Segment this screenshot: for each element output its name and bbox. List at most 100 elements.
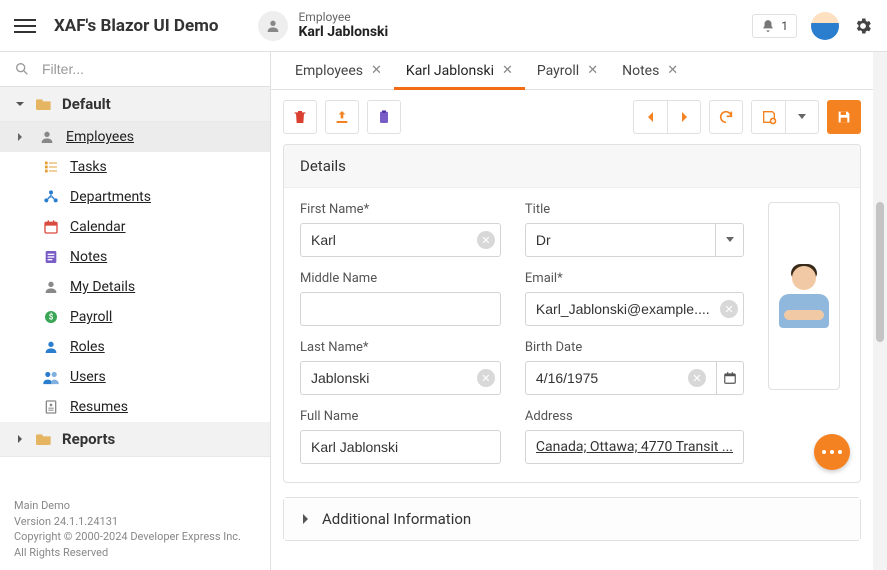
field-label: First Name* (300, 202, 501, 217)
person-icon (42, 278, 60, 296)
chevron-down-icon (14, 98, 26, 110)
nav-calendar[interactable]: Calendar (0, 212, 270, 242)
chevron-left-icon (646, 111, 656, 123)
clear-icon[interactable]: ✕ (477, 369, 495, 387)
full-name-input[interactable] (300, 430, 501, 464)
context-name: Karl Jablonski (298, 24, 388, 41)
chevron-right-icon (300, 513, 310, 525)
scrollbar[interactable] (873, 52, 887, 570)
last-name-input[interactable] (300, 361, 501, 395)
tab-strip: Employees ✕ Karl Jablonski ✕ Payroll ✕ N… (271, 52, 873, 90)
clear-icon[interactable]: ✕ (720, 300, 738, 318)
caret-down-icon (725, 236, 735, 244)
delete-button[interactable] (283, 100, 317, 134)
nav-tasks[interactable]: Tasks (0, 152, 270, 182)
notes-icon (42, 248, 60, 266)
refresh-button[interactable] (709, 100, 743, 134)
nav-label: Payroll (70, 309, 112, 325)
save-new-button[interactable] (751, 100, 785, 134)
field-label: Address (525, 409, 744, 424)
calendar-button[interactable] (717, 361, 744, 395)
save-dropdown-button[interactable] (785, 100, 819, 134)
close-icon[interactable]: ✕ (667, 63, 678, 78)
group-default[interactable]: Default (0, 87, 270, 122)
nav-departments[interactable]: Departments (0, 182, 270, 212)
first-name-input[interactable] (300, 223, 501, 257)
upload-icon (334, 109, 350, 125)
additional-info-toggle[interactable]: Additional Information (284, 498, 860, 540)
tab-karl-jablonski[interactable]: Karl Jablonski ✕ (394, 52, 525, 89)
nav-resumes[interactable]: Resumes (0, 392, 270, 422)
bell-icon (761, 19, 775, 33)
calendar-icon (42, 218, 60, 236)
chevron-right-icon (14, 132, 26, 142)
filter-input[interactable] (40, 60, 256, 78)
app-title: XAF's Blazor UI Demo (54, 16, 218, 36)
footer-line: Main Demo (14, 498, 256, 513)
nav-payroll[interactable]: $ Payroll (0, 302, 270, 332)
save-as-group (751, 100, 819, 134)
additional-info-title: Additional Information (322, 510, 471, 528)
clear-icon[interactable]: ✕ (688, 369, 706, 387)
address-text: Canada; Ottawa; 4770 Transit ... (536, 439, 733, 455)
resumes-icon (42, 398, 60, 416)
field-label: Last Name* (300, 340, 501, 355)
trash-icon (292, 109, 308, 125)
field-label: Email* (525, 271, 744, 286)
nav-notes[interactable]: Notes (0, 242, 270, 272)
email-input[interactable] (525, 292, 744, 326)
save-button[interactable] (827, 100, 861, 134)
footer-line: Version 24.1.1.24131 (14, 514, 256, 529)
clipboard-button[interactable] (367, 100, 401, 134)
scrollbar-thumb[interactable] (876, 202, 884, 342)
field-full-name: Full Name (300, 409, 501, 464)
employee-photo[interactable] (768, 202, 840, 390)
refresh-icon (718, 109, 734, 125)
settings-button[interactable] (853, 16, 873, 36)
search-icon (14, 61, 30, 77)
users-icon (42, 368, 60, 386)
group-reports-label: Reports (62, 430, 115, 448)
photo-actions-button[interactable] (814, 434, 850, 470)
photo-column (764, 202, 844, 464)
notifications-button[interactable]: 1 (752, 14, 797, 38)
menu-toggle-button[interactable] (14, 15, 36, 37)
nav-label: My Details (70, 279, 135, 295)
chevron-right-icon (679, 111, 689, 123)
clear-icon[interactable]: ✕ (477, 231, 495, 249)
field-label: Full Name (300, 409, 501, 424)
upload-button[interactable] (325, 100, 359, 134)
close-icon[interactable]: ✕ (587, 63, 598, 78)
title-input[interactable] (525, 223, 716, 257)
prev-button[interactable] (633, 100, 667, 134)
next-button[interactable] (667, 100, 701, 134)
details-panel: Details First Name* ✕ (283, 144, 861, 483)
roles-icon (42, 338, 60, 356)
nav-employees[interactable]: Employees (0, 122, 270, 152)
tab-employees[interactable]: Employees ✕ (283, 52, 394, 89)
tab-label: Notes (622, 63, 659, 79)
middle-name-input[interactable] (300, 292, 501, 326)
nav-label: Tasks (70, 159, 107, 175)
title-dropdown-button[interactable] (716, 223, 744, 257)
chevron-right-icon (14, 433, 26, 445)
user-avatar[interactable] (811, 12, 839, 40)
nav-label: Notes (70, 249, 107, 265)
address-link[interactable]: Canada; Ottawa; 4770 Transit ... (525, 430, 744, 464)
nav-label: Roles (70, 339, 105, 355)
field-first-name: First Name* ✕ (300, 202, 501, 257)
nav-roles[interactable]: Roles (0, 332, 270, 362)
tab-label: Karl Jablonski (406, 63, 494, 79)
additional-info-panel: Additional Information (283, 497, 861, 541)
nav-users[interactable]: Users (0, 362, 270, 392)
group-reports[interactable]: Reports (0, 422, 270, 457)
tab-payroll[interactable]: Payroll ✕ (525, 52, 610, 89)
nav-label: Resumes (70, 399, 128, 415)
footer-line: Copyright © 2000-2024 Developer Express … (14, 529, 256, 544)
close-icon[interactable]: ✕ (502, 63, 513, 78)
close-icon[interactable]: ✕ (371, 63, 382, 78)
nav-mydetails[interactable]: My Details (0, 272, 270, 302)
tab-notes[interactable]: Notes ✕ (610, 52, 690, 89)
field-last-name: Last Name* ✕ (300, 340, 501, 395)
clipboard-icon (376, 109, 392, 125)
